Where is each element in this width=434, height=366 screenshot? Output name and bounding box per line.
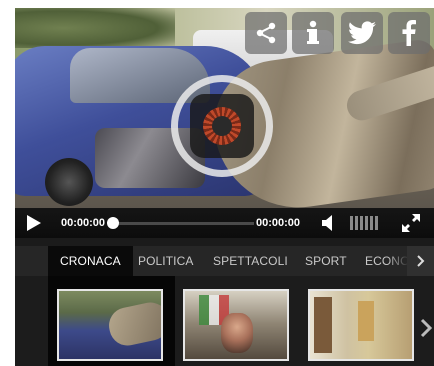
video-thumbnail[interactable] [308,289,414,361]
tabs-fade [387,246,409,276]
thumbnails-next-button[interactable] [418,318,434,338]
video-thumbnails-strip [15,276,434,366]
video-thumbnail[interactable] [57,289,163,361]
twitter-button[interactable] [341,12,383,54]
play-icon [27,215,41,231]
facebook-icon [402,20,416,46]
video-thumbnail[interactable] [183,289,289,361]
spinner-hole [212,116,232,136]
tab-politica[interactable]: POLITICA [138,246,193,276]
seek-bar[interactable] [111,222,254,225]
play-center [190,94,254,158]
video-frame[interactable] [15,8,434,212]
share-icon [256,22,276,44]
big-play-button[interactable] [171,75,273,177]
volume-level-bar [370,216,373,230]
video-scene-foliage [15,8,175,48]
share-button[interactable] [245,12,287,54]
chevron-right-icon [416,255,424,267]
chevron-right-icon [420,318,432,338]
loading-spinner-icon [203,107,241,145]
thumbnail-image-detail [358,301,374,341]
volume-level-bar [360,216,363,230]
fullscreen-icon [402,214,420,232]
twitter-icon [348,21,376,45]
info-button[interactable] [292,12,334,54]
volume-level-bar [350,216,353,230]
volume-button[interactable] [322,208,336,238]
tab-cronaca[interactable]: CRONACA [48,246,133,276]
tabs-next-button[interactable] [407,246,434,276]
category-tabs: CRONACA POLITICA SPETTACOLI SPORT ECONO [15,246,434,276]
volume-level-bar [365,216,368,230]
volume-slider[interactable] [350,208,378,238]
current-time: 00:00:00 [61,217,106,229]
facebook-button[interactable] [388,12,430,54]
video-player: 00:00:00 00:00:00 CRONACA POLITICA SPETT [15,8,434,366]
play-button[interactable] [27,208,45,238]
thumbnail-image-person [221,313,253,353]
seek-handle[interactable] [107,217,119,229]
fullscreen-button[interactable] [401,208,421,238]
tab-sport[interactable]: SPORT [305,246,347,276]
control-bar: 00:00:00 00:00:00 [15,208,434,238]
volume-level-bar [375,216,378,230]
tab-spettacoli[interactable]: SPETTACOLI [213,246,288,276]
info-icon [307,20,319,44]
video-scene-car-wheel [45,158,93,206]
volume-icon [322,215,332,231]
thumbnail-image-detail [314,297,332,353]
volume-level-bar [355,216,358,230]
total-time: 00:00:00 [256,217,301,229]
